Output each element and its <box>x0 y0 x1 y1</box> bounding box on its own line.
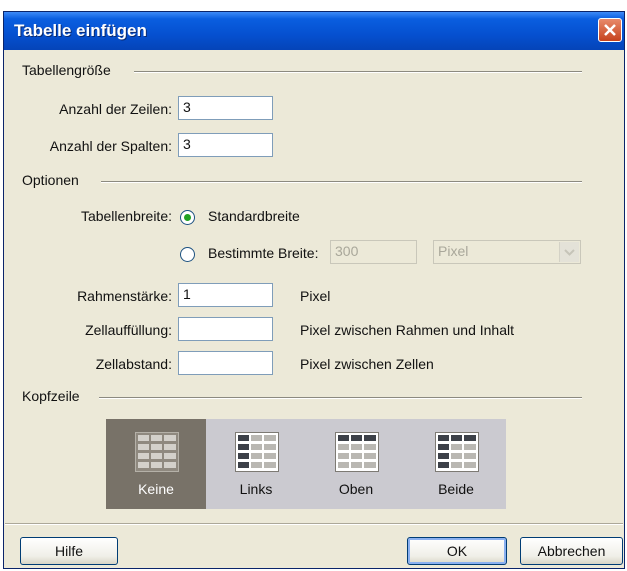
button-separator <box>5 523 623 525</box>
rows-label: Anzahl der Zeilen: <box>59 101 172 117</box>
header-option-both[interactable]: Beide <box>406 419 506 509</box>
dropdown-arrow[interactable] <box>559 242 579 262</box>
header-option-label: Keine <box>138 481 174 497</box>
spacing-unit: Pixel zwischen Zellen <box>300 356 434 372</box>
title-bar[interactable]: Tabelle einfügen <box>4 12 624 50</box>
table-width-label: Tabellenbreite: <box>80 208 172 224</box>
header-option-label: Links <box>239 481 273 497</box>
cancel-button[interactable]: Abbrechen <box>520 537 623 565</box>
section-divider <box>134 71 582 73</box>
section-divider <box>101 181 582 183</box>
rows-input[interactable]: 3 <box>178 96 273 120</box>
custom-width-radio[interactable] <box>180 247 195 262</box>
cols-input[interactable]: 3 <box>178 133 273 157</box>
border-unit: Pixel <box>300 288 331 304</box>
table-top-header-icon <box>335 432 379 472</box>
insert-table-dialog: Tabelle einfügen Tabellengröße Anzahl de… <box>3 11 625 569</box>
window-title: Tabelle einfügen <box>14 21 147 40</box>
close-icon <box>604 24 616 36</box>
table-both-header-icon <box>435 432 479 472</box>
section-table-size: Tabellengröße <box>22 62 111 78</box>
custom-width-input[interactable]: 300 <box>330 240 417 264</box>
custom-width-label: Bestimmte Breite: <box>208 245 319 261</box>
header-option-left[interactable]: Links <box>206 419 306 509</box>
header-options-panel: Keine Links Oben Beide <box>106 419 506 509</box>
header-option-none[interactable]: Keine <box>106 419 206 509</box>
section-divider <box>99 397 582 399</box>
spacing-input[interactable] <box>178 351 273 375</box>
border-input[interactable]: 1 <box>178 283 273 307</box>
ok-button[interactable]: OK <box>407 537 507 565</box>
padding-unit: Pixel zwischen Rahmen und Inhalt <box>300 322 515 338</box>
section-options: Optionen <box>22 172 79 188</box>
padding-label: Zellauffüllung: <box>85 322 172 338</box>
header-option-label: Beide <box>438 481 474 497</box>
standard-width-label: Standardbreite <box>208 208 300 224</box>
close-button[interactable] <box>598 18 622 42</box>
standard-width-radio[interactable] <box>180 210 195 225</box>
chevron-down-icon <box>564 249 575 256</box>
help-button[interactable]: Hilfe <box>20 537 118 565</box>
table-none-icon <box>135 432 179 472</box>
cols-label: Anzahl der Spalten: <box>49 138 172 154</box>
width-unit-select[interactable]: Pixel <box>433 240 581 264</box>
section-header: Kopfzeile <box>22 388 80 404</box>
border-label: Rahmenstärke: <box>77 288 172 304</box>
header-option-top[interactable]: Oben <box>306 419 406 509</box>
padding-input[interactable] <box>178 317 273 341</box>
table-left-header-icon <box>235 432 279 472</box>
header-option-label: Oben <box>338 481 374 497</box>
width-unit-value: Pixel <box>438 243 469 259</box>
spacing-label: Zellabstand: <box>95 356 172 372</box>
radio-selected-dot <box>184 214 191 221</box>
